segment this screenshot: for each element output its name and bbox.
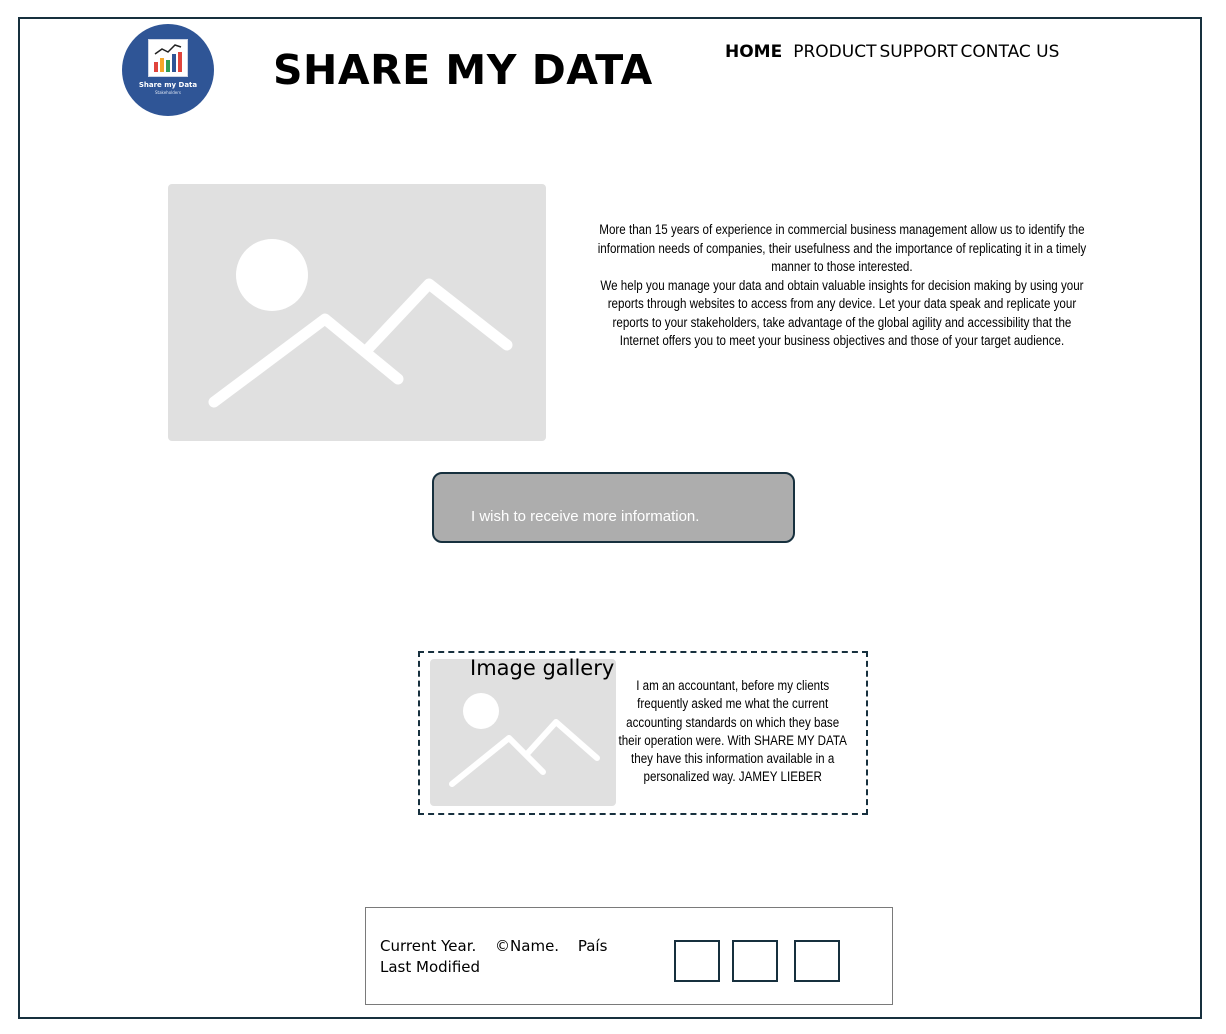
nav-home[interactable]: HOME [725, 42, 782, 62]
footer-copyright-name: ©Name. [495, 937, 560, 955]
social-icon-2[interactable] [732, 940, 778, 982]
gallery-image[interactable] [430, 659, 616, 806]
testimonial-text: I am an accountant, before my clients fr… [618, 678, 847, 785]
social-icon-3[interactable] [794, 940, 840, 982]
image-placeholder-icon [449, 693, 600, 787]
logo-name: Share my Data [138, 81, 198, 89]
footer-current-year: Current Year. [380, 937, 477, 955]
site-title: SHARE MY DATA [273, 46, 653, 94]
hero-paragraph-1: More than 15 years of experience in comm… [597, 222, 1087, 274]
hero-image [168, 184, 546, 441]
footer-last-modified: Last Modified [380, 958, 481, 976]
hero-description: More than 15 years of experience in comm… [596, 221, 1088, 351]
page-footer: Current Year. ©Name. País Last Modified [365, 907, 893, 1005]
hero-paragraph-2: We help you manage your data and obtain … [600, 277, 1084, 349]
social-icon-1[interactable] [674, 940, 720, 982]
image-placeholder-icon [208, 239, 513, 408]
chart-logo-icon [148, 39, 188, 77]
footer-info: Current Year. ©Name. País [380, 937, 621, 955]
nav-product[interactable]: PRODUCT [793, 42, 876, 62]
nav-support[interactable]: SUPPORT [879, 42, 957, 62]
image-gallery: Image gallery I am an accountant, before… [418, 651, 868, 815]
footer-country: País [577, 937, 608, 955]
gallery-title: Image gallery [470, 656, 615, 680]
logo-tagline: Stakeholders [154, 90, 181, 95]
main-nav: HOME PRODUCT SUPPORT CONTAC US [725, 42, 1062, 62]
more-info-button[interactable]: I wish to receive more information. [432, 472, 795, 543]
nav-contact[interactable]: CONTAC US [961, 42, 1060, 62]
site-logo[interactable]: Share my Data Stakeholders [122, 24, 214, 116]
